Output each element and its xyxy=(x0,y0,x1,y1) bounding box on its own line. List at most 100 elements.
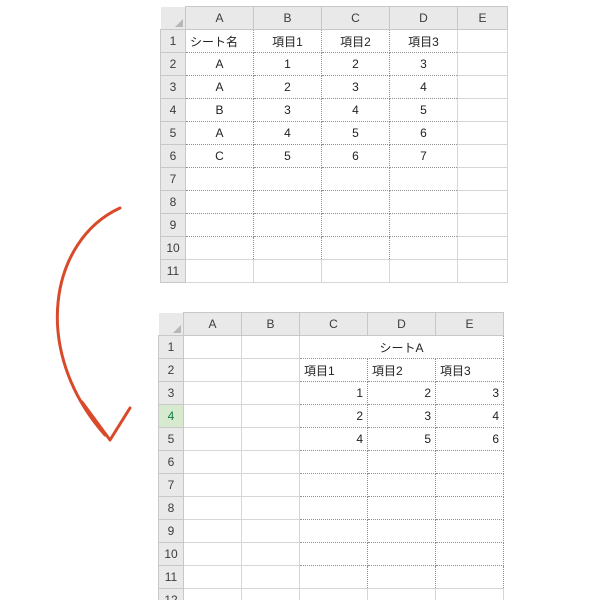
cell[interactable] xyxy=(458,76,508,99)
row-header[interactable]: 1 xyxy=(159,336,184,359)
cell[interactable] xyxy=(436,566,504,589)
col-header-C2[interactable]: C xyxy=(300,313,368,336)
cell[interactable] xyxy=(436,589,504,600)
col-header-A[interactable]: A xyxy=(186,7,254,30)
cell[interactable] xyxy=(242,474,300,497)
row-header[interactable]: 5 xyxy=(161,122,186,145)
cell[interactable] xyxy=(458,30,508,53)
cell[interactable] xyxy=(184,520,242,543)
col-header-A2[interactable]: A xyxy=(184,313,242,336)
cell[interactable]: シートA xyxy=(300,336,504,359)
row-header[interactable]: 7 xyxy=(159,474,184,497)
cell[interactable]: 項目3 xyxy=(436,359,504,382)
cell[interactable] xyxy=(184,359,242,382)
row-header[interactable]: 11 xyxy=(161,260,186,283)
row-header[interactable]: 4 xyxy=(161,99,186,122)
row-header[interactable]: 10 xyxy=(161,237,186,260)
cell[interactable]: 2 xyxy=(300,405,368,428)
col-header-D[interactable]: D xyxy=(390,7,458,30)
cell[interactable] xyxy=(322,168,390,191)
cell[interactable]: 4 xyxy=(254,122,322,145)
cell[interactable]: 4 xyxy=(300,428,368,451)
cell[interactable] xyxy=(254,260,322,283)
cell[interactable]: B xyxy=(186,99,254,122)
cell[interactable] xyxy=(242,497,300,520)
cell[interactable] xyxy=(186,191,254,214)
cell[interactable]: 1 xyxy=(300,382,368,405)
cell[interactable] xyxy=(242,382,300,405)
cell[interactable]: 5 xyxy=(368,428,436,451)
cell[interactable]: 1 xyxy=(254,53,322,76)
cell[interactable] xyxy=(300,543,368,566)
cell[interactable] xyxy=(322,191,390,214)
cell[interactable] xyxy=(242,428,300,451)
row-header[interactable]: 5 xyxy=(159,428,184,451)
cell[interactable]: 5 xyxy=(390,99,458,122)
cell[interactable] xyxy=(458,145,508,168)
cell[interactable] xyxy=(242,336,300,359)
cell[interactable] xyxy=(186,260,254,283)
cell[interactable] xyxy=(242,566,300,589)
cell[interactable]: 4 xyxy=(322,99,390,122)
row-header[interactable]: 3 xyxy=(161,76,186,99)
cell[interactable] xyxy=(300,566,368,589)
cell[interactable] xyxy=(368,497,436,520)
cell[interactable] xyxy=(242,359,300,382)
cell[interactable]: A xyxy=(186,122,254,145)
cell[interactable] xyxy=(390,214,458,237)
cell[interactable] xyxy=(322,260,390,283)
cell[interactable] xyxy=(242,405,300,428)
cell[interactable]: 項目2 xyxy=(368,359,436,382)
cell[interactable]: 項目1 xyxy=(300,359,368,382)
cell[interactable] xyxy=(390,168,458,191)
cell[interactable]: 2 xyxy=(322,53,390,76)
cell[interactable] xyxy=(458,191,508,214)
cell[interactable] xyxy=(436,497,504,520)
select-all-top[interactable] xyxy=(161,7,186,30)
cell[interactable] xyxy=(242,451,300,474)
cell[interactable]: 4 xyxy=(390,76,458,99)
row-header[interactable]: 9 xyxy=(159,520,184,543)
cell[interactable] xyxy=(300,451,368,474)
cell[interactable] xyxy=(184,589,242,600)
cell[interactable]: 6 xyxy=(322,145,390,168)
cell[interactable] xyxy=(436,543,504,566)
cell[interactable] xyxy=(184,474,242,497)
cell[interactable] xyxy=(458,53,508,76)
row-header[interactable]: 2 xyxy=(161,53,186,76)
cell[interactable]: 3 xyxy=(368,405,436,428)
cell[interactable]: A xyxy=(186,76,254,99)
cell[interactable]: 4 xyxy=(436,405,504,428)
cell[interactable]: 7 xyxy=(390,145,458,168)
cell[interactable] xyxy=(458,260,508,283)
cell[interactable] xyxy=(184,405,242,428)
col-header-D2[interactable]: D xyxy=(368,313,436,336)
cell[interactable]: 2 xyxy=(254,76,322,99)
cell[interactable]: C xyxy=(186,145,254,168)
cell[interactable] xyxy=(322,214,390,237)
cell[interactable] xyxy=(368,520,436,543)
row-header[interactable]: 2 xyxy=(159,359,184,382)
row-header[interactable]: 6 xyxy=(159,451,184,474)
cell[interactable] xyxy=(368,543,436,566)
cell[interactable]: A xyxy=(186,53,254,76)
cell[interactable] xyxy=(254,191,322,214)
cell[interactable] xyxy=(300,589,368,600)
col-header-E[interactable]: E xyxy=(458,7,508,30)
cell[interactable] xyxy=(390,237,458,260)
cell[interactable]: 3 xyxy=(436,382,504,405)
cell[interactable] xyxy=(242,589,300,600)
cell[interactable] xyxy=(300,497,368,520)
cell[interactable]: 5 xyxy=(322,122,390,145)
row-header[interactable]: 8 xyxy=(161,191,186,214)
row-header[interactable]: 7 xyxy=(161,168,186,191)
cell[interactable]: 6 xyxy=(390,122,458,145)
cell[interactable] xyxy=(254,168,322,191)
cell[interactable] xyxy=(242,543,300,566)
cell[interactable]: 3 xyxy=(254,99,322,122)
cell[interactable]: 項目2 xyxy=(322,30,390,53)
cell[interactable] xyxy=(390,191,458,214)
cell[interactable] xyxy=(458,237,508,260)
cell[interactable] xyxy=(368,451,436,474)
row-header[interactable]: 11 xyxy=(159,566,184,589)
